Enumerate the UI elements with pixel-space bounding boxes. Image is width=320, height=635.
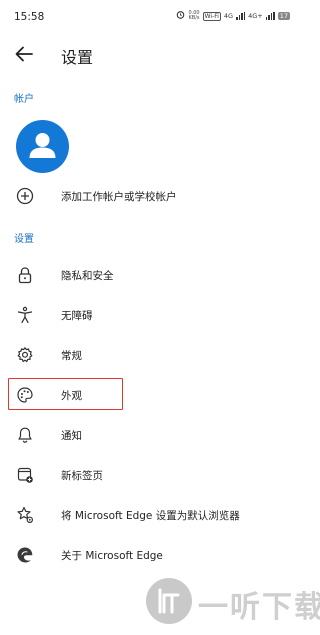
signal-bars-2-icon (265, 12, 275, 20)
settings-item-new-tab-page[interactable]: 新标签页 (0, 458, 300, 492)
settings-item-accessibility[interactable]: 无障碍 (0, 298, 300, 332)
settings-item-label: 通知 (61, 430, 82, 442)
network-speed-unit: KB/s (188, 15, 200, 21)
settings-screen: 15:58 0.00 KB/s Wi-Fi 4G 4G+ 17 设置 帐户 添加… (0, 0, 320, 635)
bell-icon (14, 424, 36, 446)
signal-label-2: 4G+ (248, 12, 263, 20)
arrow-left-icon (15, 46, 33, 62)
avatar[interactable] (16, 120, 69, 173)
add-circle-icon (14, 185, 36, 207)
battery-indicator: 17 (277, 12, 290, 20)
settings-item-label: 将 Microsoft Edge 设置为默认浏览器 (61, 510, 240, 522)
settings-item-notifications[interactable]: 通知 (0, 418, 300, 452)
alarm-icon (176, 10, 185, 22)
new-tab-icon (14, 464, 36, 486)
wifi-badge: Wi-Fi (202, 11, 221, 21)
signal-label-1: 4G (223, 12, 234, 20)
watermark: 一听下载 (140, 572, 320, 630)
settings-item-privacy-security[interactable]: 隐私和安全 (0, 258, 300, 292)
status-time: 15:58 (14, 11, 45, 23)
settings-item-about-edge[interactable]: 关于 Microsoft Edge (0, 538, 300, 572)
settings-item-label: 无障碍 (61, 310, 93, 322)
app-header: 设置 (0, 36, 300, 72)
add-account-button[interactable]: 添加工作帐户或学校帐户 (0, 179, 300, 213)
signal-bars-1-icon (236, 12, 246, 20)
watermark-logo-icon (146, 578, 192, 624)
settings-item-label: 隐私和安全 (61, 270, 114, 282)
lock-icon (14, 264, 36, 286)
highlight-box (8, 378, 123, 410)
settings-item-label: 常规 (61, 350, 82, 362)
settings-section-label: 设置 (14, 234, 34, 245)
star-settings-icon (14, 504, 36, 526)
gear-icon (14, 344, 36, 366)
page-title: 设置 (61, 48, 94, 67)
accessibility-icon (14, 304, 36, 326)
network-speed: 0.00 KB/s (188, 11, 199, 21)
settings-item-label: 关于 Microsoft Edge (61, 550, 163, 562)
add-account-label: 添加工作帐户或学校帐户 (61, 191, 177, 203)
settings-item-general[interactable]: 常规 (0, 338, 300, 372)
back-button[interactable] (10, 40, 38, 68)
status-bar: 15:58 0.00 KB/s Wi-Fi 4G 4G+ 17 (0, 0, 300, 24)
watermark-text: 一听下载 (198, 590, 320, 625)
status-icons: 0.00 KB/s Wi-Fi 4G 4G+ 17 (176, 10, 290, 22)
edge-logo-icon (14, 544, 36, 566)
settings-item-label: 新标签页 (61, 470, 103, 482)
person-icon (29, 133, 56, 158)
account-section-label: 帐户 (14, 94, 34, 105)
settings-item-default-browser[interactable]: 将 Microsoft Edge 设置为默认浏览器 (0, 498, 300, 532)
